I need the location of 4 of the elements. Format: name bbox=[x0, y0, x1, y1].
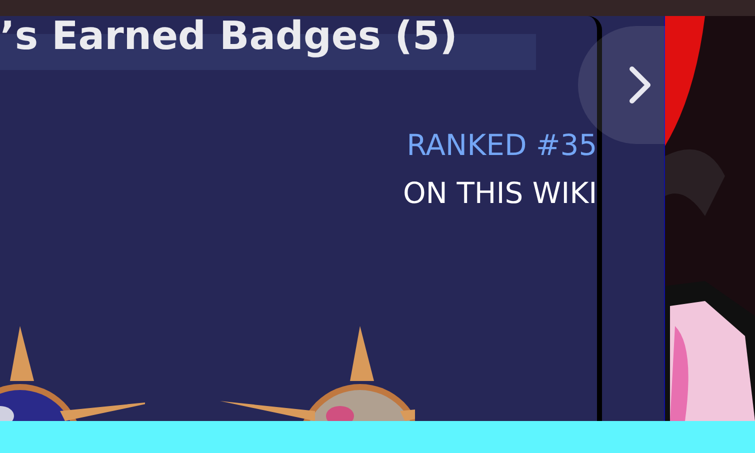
rank-scope: ON THIS WIKI bbox=[402, 176, 598, 210]
section-title: ’s Earned Badges (5) bbox=[0, 16, 458, 59]
chevron-right-icon bbox=[628, 65, 652, 105]
rank-position: RANKED #35 bbox=[406, 128, 598, 162]
